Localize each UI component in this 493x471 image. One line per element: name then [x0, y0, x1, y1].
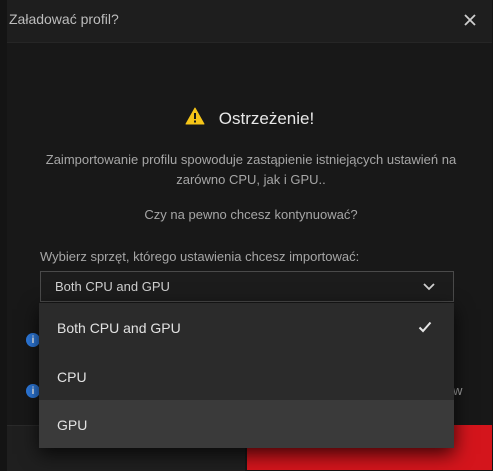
- dialog-titlebar: Załadować profil?: [7, 0, 492, 43]
- hardware-select-value: Both CPU and GPU: [55, 279, 170, 294]
- warning-header: Ostrzeżenie!: [7, 107, 492, 130]
- option-label: Both CPU and GPU: [57, 320, 181, 336]
- hardware-select-label: Wybierz sprzęt, którego ustawienia chces…: [40, 249, 360, 264]
- option-text-peek: w: [453, 383, 463, 398]
- info-icon[interactable]: i: [26, 333, 40, 347]
- checkmark-icon: [418, 320, 432, 334]
- close-icon[interactable]: [458, 8, 482, 32]
- message-line-2: zarówno CPU, jak i GPU..: [176, 172, 326, 187]
- warning-title: Ostrzeżenie!: [218, 108, 315, 128]
- dropdown-option-both[interactable]: Both CPU and GPU: [39, 303, 454, 352]
- warning-icon: [185, 107, 205, 130]
- option-label: GPU: [57, 417, 88, 433]
- dialog-title: Załadować profil?: [9, 11, 119, 27]
- info-icon[interactable]: i: [26, 384, 40, 398]
- chevron-down-icon: [422, 280, 436, 294]
- warning-message: Zaimportowanie profilu spowoduje zastąpi…: [21, 150, 481, 190]
- hardware-dropdown-menu: Both CPU and GPU CPU GPU: [39, 303, 454, 448]
- dropdown-option-cpu[interactable]: CPU: [39, 352, 454, 400]
- hardware-select[interactable]: Both CPU and GPU: [40, 271, 454, 302]
- dropdown-option-gpu[interactable]: GPU: [39, 400, 454, 448]
- option-label: CPU: [57, 369, 87, 385]
- confirm-question: Czy na pewno chcesz kontynuować?: [144, 207, 358, 222]
- message-line-1: Zaimportowanie profilu spowoduje zastąpi…: [45, 152, 457, 167]
